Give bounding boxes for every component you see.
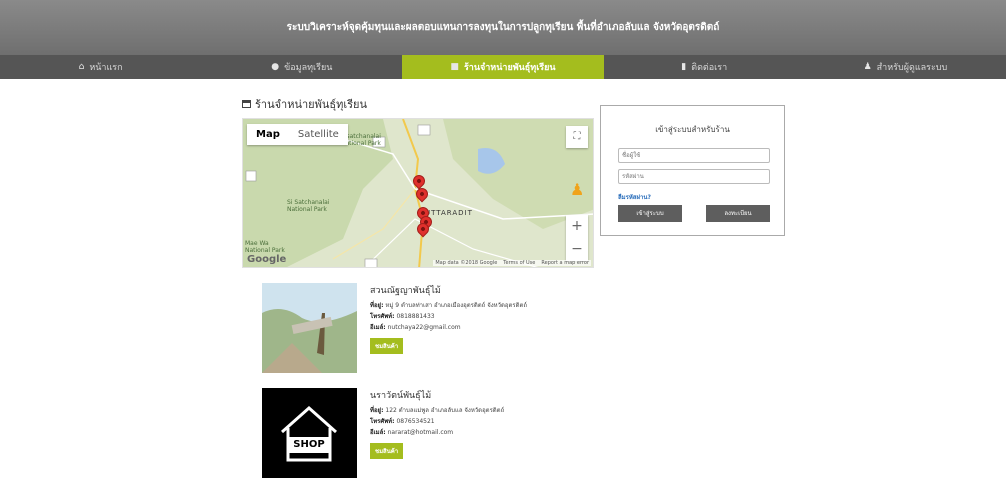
report-error-link[interactable]: Report a map error — [541, 260, 589, 266]
main-nav: ⌂ หน้าแรก ● ข้อมูลทุเรียน ■ ร้านจำหน่ายพ… — [0, 55, 1006, 79]
google-map[interactable]: Sisatchanalai National Park Si Satchanal… — [242, 118, 594, 268]
site-header: ระบบวิเคราะห์จุดคุ้มทุนและผลตอบแทนการลงท… — [0, 0, 1006, 55]
pegman-icon[interactable]: ♟ — [570, 180, 584, 202]
site-title: ระบบวิเคราะห์จุดคุ้มทุนและผลตอบแทนการลงท… — [286, 22, 720, 33]
store-email: อีเมล์: nararat@hotmail.com — [370, 429, 454, 436]
store-image — [262, 283, 357, 373]
store-info: สวนณัฐญาพันธุ์ไม้ ที่อยู่: หมู่ 9 ตำบลท่… — [370, 283, 590, 354]
nav-item-admin[interactable]: ♟ สำหรับผู้ดูแลระบบ — [805, 55, 1006, 79]
store-info: นราวัตน์พันธุ์ไม้ ที่อยู่: 122 ตำบลแม่พู… — [370, 388, 590, 459]
store-name: นราวัตน์พันธุ์ไม้ — [370, 391, 432, 401]
nav-item-label: หน้าแรก — [89, 63, 123, 73]
store-icon — [242, 100, 251, 108]
login-button[interactable]: เข้าสู่ระบบ — [618, 205, 682, 222]
nav-item-label: ร้านจำหน่ายพันธุ์ทุเรียน — [463, 63, 556, 73]
map-credits: Map data ©2018 Google Terms of Use Repor… — [433, 260, 591, 266]
map-tab-map[interactable]: Map — [247, 124, 289, 145]
nav-item-label: สำหรับผู้ดูแลระบบ — [876, 63, 948, 73]
store-card: สวนณัฐญาพันธุ์ไม้ ที่อยู่: หมู่ 9 ตำบลท่… — [262, 283, 562, 375]
store-phone: โทรศัพท์: 0876534521 — [370, 418, 435, 425]
map-data-credit: Map data ©2018 Google — [435, 260, 498, 266]
durian-icon: ● — [271, 62, 280, 72]
home-icon: ⌂ — [78, 62, 85, 72]
terms-link[interactable]: Terms of Use — [503, 260, 535, 266]
view-products-button[interactable]: ชมสินค้า — [370, 338, 404, 354]
google-logo: Google — [247, 254, 287, 265]
store-name: สวนณัฐญาพันธุ์ไม้ — [370, 286, 441, 296]
shop-sign: SHOP — [289, 437, 329, 453]
store-image: SHOP — [262, 388, 357, 478]
forgot-password-link[interactable]: ลืมรหัสผ่าน? — [618, 192, 651, 202]
login-title: เข้าสู่ระบบสำหรับร้าน — [655, 125, 730, 134]
page-title-text: ร้านจำหน่ายพันธุ์ทุเรียน — [255, 98, 367, 111]
shop-login-panel: เข้าสู่ระบบสำหรับร้าน ลืมรหัสผ่าน? เข้าส… — [600, 105, 785, 236]
password-input[interactable] — [618, 169, 770, 184]
map-label-park-bottom: Mae Wa National Park — [245, 240, 285, 254]
page-title: ร้านจำหน่ายพันธุ์ทุเรียน — [242, 95, 367, 113]
store-icon: ■ — [450, 62, 459, 72]
store-email: อีเมล์: nutchaya22@gmail.com — [370, 324, 461, 331]
zoom-control: + − — [566, 215, 588, 261]
map-type-tabs: Map Satellite — [247, 124, 348, 145]
nav-item-stores[interactable]: ■ ร้านจำหน่ายพันธุ์ทุเรียน — [402, 55, 604, 79]
nav-item-contact[interactable]: ▮ ติดต่อเรา — [604, 55, 805, 79]
nav-item-durian-info[interactable]: ● ข้อมูลทุเรียน — [201, 55, 402, 79]
zoom-in-button[interactable]: + — [566, 215, 588, 238]
view-products-button[interactable]: ชมสินค้า — [370, 443, 404, 459]
map-label-town: UTTARADIT — [425, 209, 473, 217]
chat-icon: ▮ — [681, 62, 687, 72]
username-input[interactable] — [618, 148, 770, 163]
store-address: ที่อยู่: 122 ตำบลแม่พูล อำเภอลับแล จังหว… — [370, 407, 505, 414]
register-button[interactable]: ลงทะเบียน — [706, 205, 770, 222]
store-address: ที่อยู่: หมู่ 9 ตำบลท่าเสา อำเภอเมืองอุต… — [370, 302, 528, 309]
map-tab-satellite[interactable]: Satellite — [289, 124, 348, 145]
nav-item-home[interactable]: ⌂ หน้าแรก — [0, 55, 201, 79]
nav-item-label: ติดต่อเรา — [691, 63, 728, 73]
store-phone: โทรศัพท์: 0818881433 — [370, 313, 435, 320]
fullscreen-icon[interactable]: ⛶ — [566, 126, 588, 148]
store-card: SHOP นราวัตน์พันธุ์ไม้ ที่อยู่: 122 ตำบล… — [262, 388, 562, 478]
admin-icon: ♟ — [863, 62, 872, 72]
zoom-out-button[interactable]: − — [566, 238, 588, 261]
map-label-park-left: Si Satchanalai National Park — [287, 199, 330, 213]
nav-item-label: ข้อมูลทุเรียน — [284, 63, 333, 73]
